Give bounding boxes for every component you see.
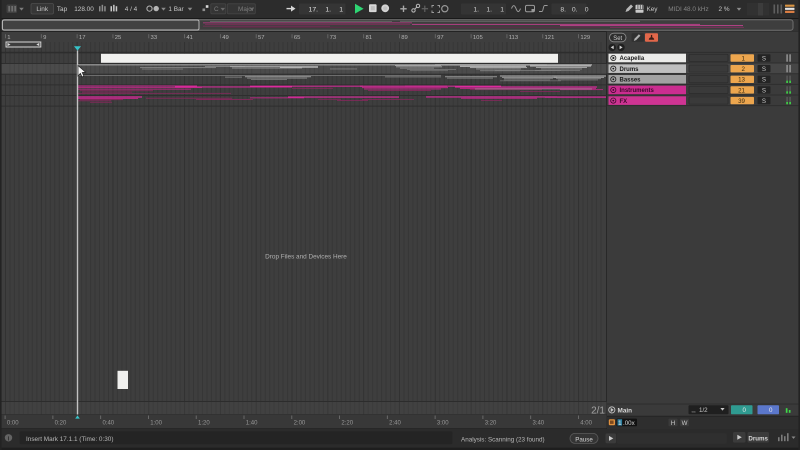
svg-text:FX: FX [620,99,628,105]
svg-text:Drop Files and Devices Here: Drop Files and Devices Here [265,253,347,260]
svg-text:1.: 1. [486,6,492,13]
svg-text:97: 97 [437,35,444,41]
svg-text:Analysis: Scanning (23 found): Analysis: Scanning (23 found) [461,436,545,443]
svg-text:3:00: 3:00 [437,420,449,426]
svg-text:Instruments: Instruments [620,88,655,94]
svg-text:2:00: 2:00 [294,420,306,426]
svg-text:1.: 1. [325,6,331,13]
svg-text:0: 0 [585,6,589,13]
svg-text:0: 0 [769,407,773,414]
svg-text:25: 25 [115,35,122,41]
svg-text:21: 21 [738,87,745,94]
svg-text:129: 129 [580,35,590,41]
svg-text:Basses: Basses [620,78,642,84]
svg-text:S: S [762,98,766,105]
svg-text:4:00: 4:00 [580,420,592,426]
svg-text:H: H [671,420,675,427]
svg-text:17: 17 [79,35,86,41]
svg-text:0:40: 0:40 [102,420,114,426]
svg-text:8.: 8. [560,6,566,13]
svg-text:„„: „„ [692,408,696,414]
svg-text:81: 81 [365,35,372,41]
svg-text:Key: Key [646,6,658,13]
svg-text:S: S [762,66,766,73]
svg-text:1:20: 1:20 [198,420,210,426]
svg-text:105: 105 [473,35,484,41]
svg-text:MIDI: MIDI [668,6,682,13]
svg-text:39: 39 [738,98,745,105]
svg-text:1:00: 1:00 [150,420,162,426]
svg-text:C: C [214,6,219,13]
svg-text:Main: Main [618,407,633,414]
svg-text:73: 73 [330,35,337,41]
svg-text:Tap: Tap [57,6,68,13]
svg-text:Drums: Drums [748,436,768,443]
svg-text:2 %: 2 % [718,6,729,13]
svg-text:S: S [762,77,766,84]
svg-text:2:40: 2:40 [389,420,401,426]
svg-text:9: 9 [43,35,46,41]
svg-text:57: 57 [258,35,265,41]
svg-text:1: 1 [742,55,746,62]
svg-text:0:00: 0:00 [7,420,19,426]
svg-text:0:20: 0:20 [55,420,67,426]
svg-text:1/2: 1/2 [699,407,708,414]
svg-text:0: 0 [743,407,747,414]
svg-text:Link: Link [36,6,49,13]
svg-text:Acapella: Acapella [620,56,645,62]
svg-text:S: S [762,55,766,62]
svg-text:1 Bar: 1 Bar [168,6,184,13]
svg-text:Pause: Pause [575,436,593,443]
svg-text:128.00: 128.00 [74,6,94,13]
svg-text:2: 2 [742,66,746,73]
svg-text:121: 121 [545,35,555,41]
svg-text:1.: 1. [473,6,479,13]
svg-text:41: 41 [186,35,193,41]
svg-text:Insert Mark 17.1.1 (Time: 0:30: Insert Mark 17.1.1 (Time: 0:30) [26,436,114,443]
svg-text:4 / 4: 4 / 4 [125,6,138,13]
svg-text:89: 89 [401,35,408,41]
svg-text:48.0 kHz: 48.0 kHz [684,6,709,13]
svg-text:0.: 0. [572,6,578,13]
svg-text:113: 113 [509,35,519,41]
svg-text:2:20: 2:20 [341,420,353,426]
svg-text:13: 13 [738,77,745,84]
svg-text:1: 1 [7,35,10,41]
svg-text:Set: Set [613,36,622,42]
svg-text:49: 49 [222,35,229,41]
svg-text:W: W [682,420,688,427]
svg-text:65: 65 [294,35,301,41]
svg-text:.00x: .00x [623,420,636,427]
svg-text:33: 33 [151,35,158,41]
svg-text:1:40: 1:40 [246,420,258,426]
svg-text:1: 1 [500,6,504,13]
svg-text:17.: 17. [309,6,319,13]
svg-text:S: S [762,87,766,94]
svg-text:1: 1 [618,420,622,427]
svg-text:Drums: Drums [620,67,640,73]
svg-text:3:40: 3:40 [532,420,544,426]
svg-text:3:20: 3:20 [485,420,497,426]
svg-text:2/1: 2/1 [591,406,605,417]
svg-text:1: 1 [339,6,343,13]
